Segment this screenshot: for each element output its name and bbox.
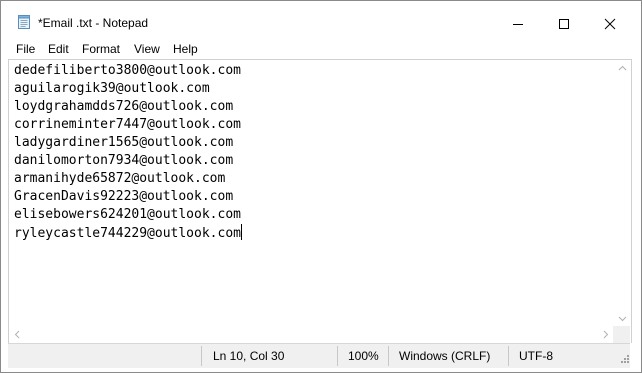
notepad-icon <box>18 15 30 29</box>
window-title: *Email .txt - Notepad <box>38 16 149 30</box>
notepad-window: *Email .txt - Notepad File Edit Format V… <box>0 0 642 373</box>
status-divider <box>388 346 389 366</box>
cursor-position: Ln 10, Col 30 <box>213 349 285 363</box>
status-divider <box>508 346 509 366</box>
zoom-level: 100% <box>348 349 379 363</box>
text-line: aguilarogik39@outlook.com <box>14 81 210 96</box>
text-line: armanihyde65872@outlook.com <box>14 171 226 186</box>
last-text-line: ryleycastle744229@outlook.com <box>14 224 242 242</box>
menu-view[interactable]: View <box>134 42 160 56</box>
menu-file[interactable]: File <box>16 42 35 56</box>
encoding: UTF-8 <box>519 349 553 363</box>
scroll-up-icon[interactable] <box>614 60 631 77</box>
line-ending: Windows (CRLF) <box>399 349 491 363</box>
text-line: GracenDavis92223@outlook.com <box>14 189 234 204</box>
horizontal-scrollbar[interactable] <box>8 326 632 343</box>
text-line: loydgrahamdds726@outlook.com <box>14 99 234 114</box>
scroll-left-icon[interactable] <box>9 326 26 343</box>
menu-format[interactable]: Format <box>82 42 120 56</box>
text-editor[interactable]: dedefiliberto3800@outlook.com aguilarogi… <box>8 59 632 327</box>
scroll-right-icon[interactable] <box>597 326 614 343</box>
text-content[interactable]: dedefiliberto3800@outlook.com aguilarogi… <box>14 62 242 242</box>
status-bar: Ln 10, Col 30 100% Windows (CRLF) UTF-8 <box>8 343 630 368</box>
text-line: dedefiliberto3800@outlook.com <box>14 63 241 78</box>
vertical-scrollbar[interactable] <box>614 60 631 327</box>
text-caret <box>240 224 242 240</box>
status-divider <box>337 346 338 366</box>
menu-help[interactable]: Help <box>173 42 198 56</box>
resize-grip-icon[interactable] <box>620 354 630 366</box>
menu-edit[interactable]: Edit <box>48 42 69 56</box>
status-divider <box>201 346 202 366</box>
scroll-down-icon[interactable] <box>614 310 631 327</box>
last-line-text: ryleycastle744229@outlook.com <box>14 226 241 241</box>
text-line: danilomorton7934@outlook.com <box>14 153 234 168</box>
text-line: elisebowers624201@outlook.com <box>14 207 241 222</box>
text-line: corrineminter7447@outlook.com <box>14 117 241 132</box>
menu-bar: File Edit Format View Help <box>1 39 641 59</box>
scrollbar-corner <box>613 326 630 343</box>
text-line: ladygardiner1565@outlook.com <box>14 135 234 150</box>
